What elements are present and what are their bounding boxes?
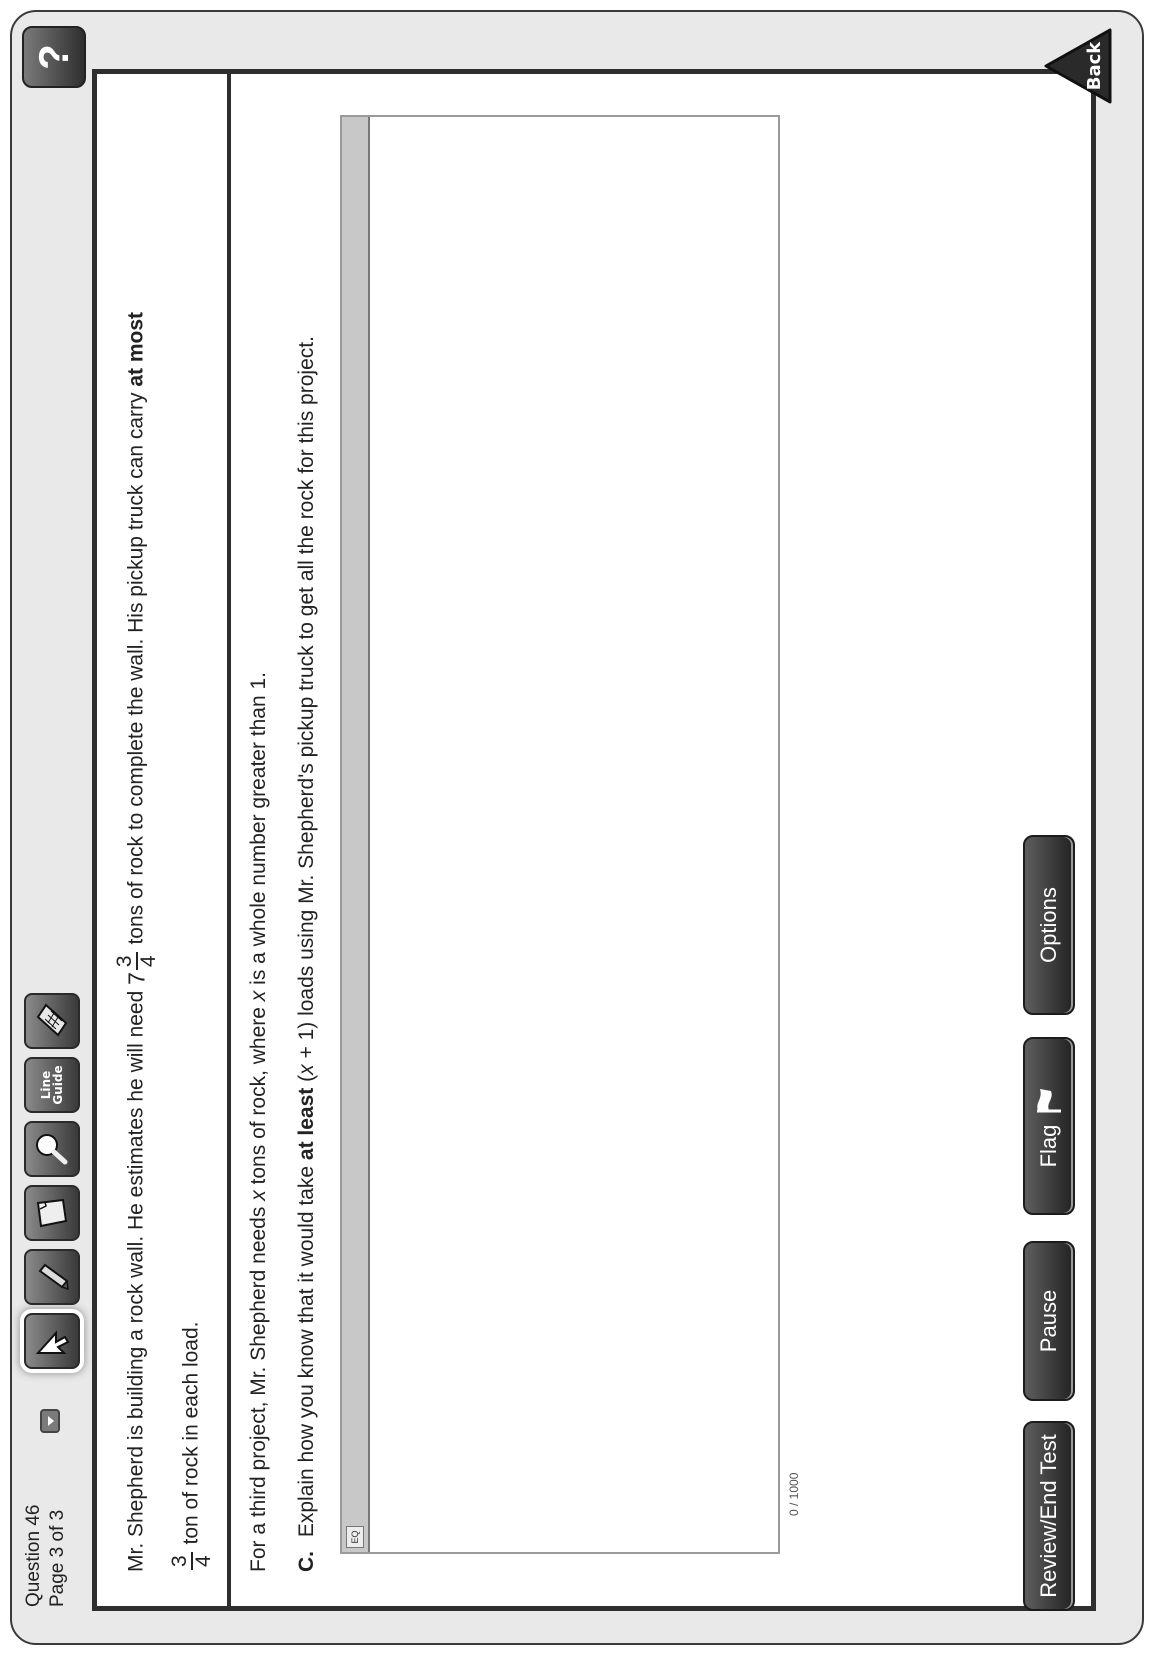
options-button[interactable]: Options	[1023, 835, 1075, 1015]
help-button[interactable]: ?	[22, 26, 86, 88]
question-panel: Mr. Shepherd is building a rock wall. He…	[92, 69, 1096, 1611]
review-end-test-button[interactable]: Review/End Test	[1023, 1421, 1075, 1611]
question-info: Question 46 Page 3 of 3	[22, 1505, 70, 1607]
options-label: Options	[1036, 887, 1061, 963]
calculator-tool-button[interactable]	[24, 993, 80, 1049]
pointer-tool-button[interactable]	[24, 1313, 80, 1369]
sticky-note-tool-button[interactable]	[24, 1185, 80, 1241]
fraction-denominator: 4	[192, 1555, 215, 1567]
prompt-paren: (	[295, 1074, 318, 1082]
stimulus-text-c: ton of rock in each load.	[179, 1321, 203, 1545]
magnifier-icon	[36, 1134, 68, 1165]
stimulus-line-1: Mr. Shepherd is building a rock wall. He…	[113, 311, 160, 1572]
question-number: Question 46	[23, 1504, 44, 1607]
part-letter: C.	[295, 1551, 318, 1572]
pause-button[interactable]: Pause	[1023, 1241, 1075, 1401]
load-fraction: 34	[168, 1552, 215, 1570]
flag-button[interactable]: Flag	[1023, 1037, 1075, 1215]
stimulus-text-a: Mr. Shepherd is building a rock wall. He…	[124, 990, 148, 1572]
prompt-text-a: Explain how you know that it would take	[295, 1165, 318, 1538]
stimulus-bold-text: at most	[124, 311, 148, 387]
intro-text-a: For a third project, Mr. Shepherd needs	[247, 1206, 270, 1572]
stimulus-text-b: tons of rock to complete the wall. His p…	[124, 392, 148, 945]
magnifier-tool-button[interactable]	[24, 1121, 80, 1177]
equation-editor-button[interactable]: EQ	[346, 1526, 364, 1548]
page-indicator: Page 3 of 3	[47, 1509, 68, 1607]
highlighter-tool-button[interactable]	[24, 1249, 80, 1305]
fraction-numerator: 3	[168, 1552, 193, 1570]
help-icon: ?	[30, 44, 77, 70]
prompt-text-c: + 1) loads using Mr. Shepherd's pickup t…	[295, 336, 318, 1059]
back-arrow-icon: Back	[1044, 28, 1112, 104]
response-toolbar: EQ	[342, 117, 370, 1552]
intro-text-c: is a whole number greater than 1.	[247, 671, 270, 985]
pointer-arrow-icon	[35, 1330, 70, 1354]
intro-variable-2: x	[247, 990, 270, 1002]
stimulus-area: Mr. Shepherd is building a rock wall. He…	[97, 74, 231, 1606]
prompt-bold-text: at least	[295, 1087, 318, 1161]
back-button[interactable]: Back	[1040, 26, 1120, 106]
prompt-variable: x	[295, 1064, 318, 1075]
flag-icon	[1037, 1088, 1061, 1113]
question-prompt: C. Explain how you know that it would ta…	[295, 336, 319, 1572]
calculator-icon	[36, 1003, 68, 1037]
line-guide-label-line2: Guide	[51, 1065, 65, 1105]
sticky-note-icon	[36, 1198, 68, 1228]
flag-label: Flag	[1036, 1124, 1061, 1168]
back-label: Back	[1084, 41, 1105, 91]
question-intro: For a third project, Mr. Shepherd needs …	[247, 672, 271, 1572]
character-counter: 0 / 1000	[787, 1472, 801, 1516]
review-end-test-label: Review/End Test	[1036, 1434, 1061, 1598]
intro-text-b: tons of rock, where	[247, 1007, 270, 1185]
mixed-number-fraction: 34	[113, 952, 160, 971]
line-guide-tool-button[interactable]: Line Guide	[24, 1057, 80, 1113]
highlighter-icon	[38, 1263, 69, 1291]
intro-variable: x	[247, 1190, 270, 1201]
mixed-number-whole: 7	[123, 972, 150, 985]
response-textbox[interactable]: EQ	[340, 115, 780, 1554]
question-dropdown-button[interactable]	[40, 1409, 60, 1433]
fraction-denominator: 4	[137, 955, 160, 968]
stimulus-line-2: 34 ton of rock in each load.	[168, 1321, 215, 1572]
fraction-numerator: 3	[113, 952, 138, 971]
pause-label: Pause	[1036, 1289, 1061, 1353]
